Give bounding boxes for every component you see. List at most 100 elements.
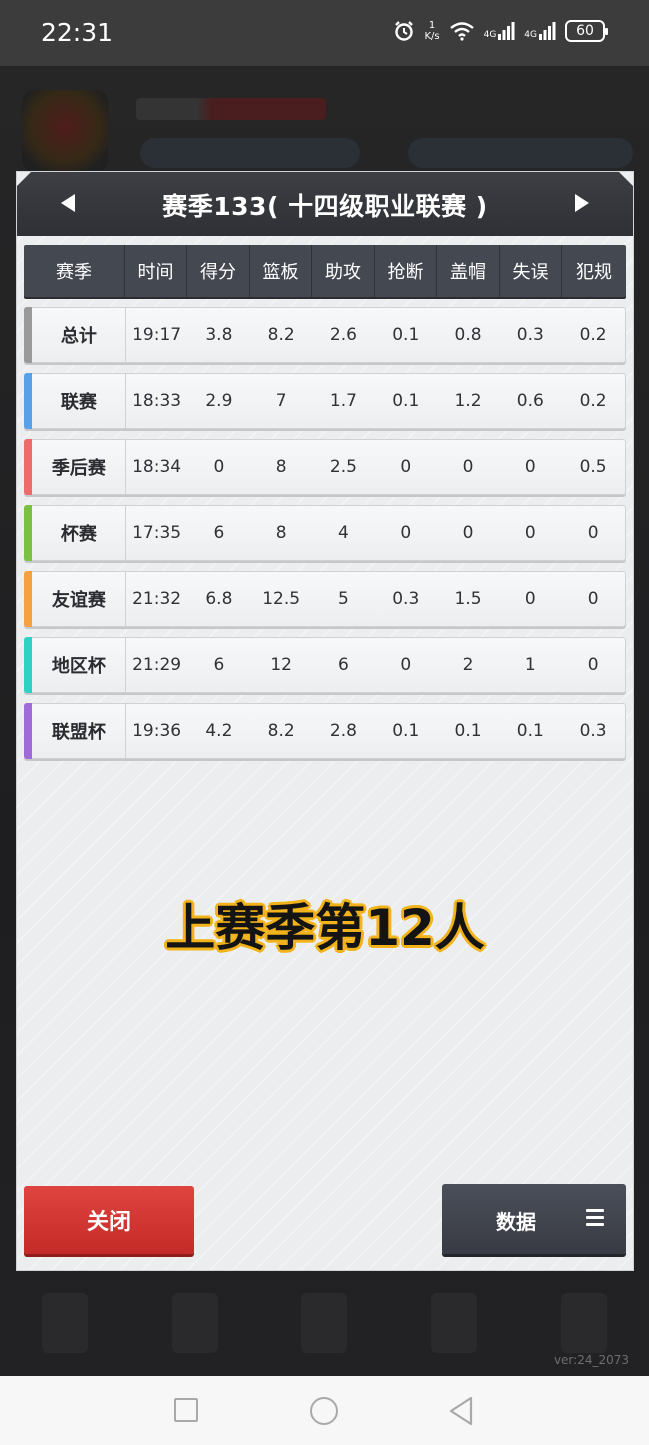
table-cell: 2.8 (329, 721, 357, 741)
network-speed: 1 K/s (424, 20, 439, 42)
signal-bars-icon (539, 22, 556, 40)
table-row: 季后赛 18:34 0 8 2.5 0 0 0 0.5 (24, 439, 626, 495)
row-color-accent (24, 703, 32, 759)
nav-item (41, 1293, 88, 1353)
table-cell: 0 (400, 655, 412, 675)
row-label: 季后赛 (25, 440, 126, 494)
table-cell: 8.2 (267, 325, 295, 345)
table-cell: 8 (275, 523, 287, 543)
table-row: 联赛 18:33 2.9 7 1.7 0.1 1.2 0.6 0.2 (24, 373, 626, 429)
table-cell: 2.6 (329, 325, 357, 345)
table-row: 友谊赛 21:32 6.8 12.5 5 0.3 1.5 0 0 (24, 571, 626, 627)
table-cell: 17:35 (132, 523, 182, 543)
column-header: 时间 (125, 245, 187, 297)
status-time: 22:31 (41, 18, 114, 47)
table-cell: 0.2 (579, 391, 607, 411)
row-color-accent (24, 571, 32, 627)
table-cell: 12 (270, 655, 292, 675)
column-header: 赛季 (24, 245, 125, 297)
cellular-signal-2: 4G (524, 22, 556, 40)
table-cell: 0.1 (392, 391, 420, 411)
table-cell: 5 (338, 589, 349, 609)
table-cell: 19:17 (132, 325, 182, 345)
back-icon[interactable] (448, 1396, 474, 1426)
table-cell: 2.9 (205, 391, 233, 411)
row-label: 联盟杯 (25, 704, 126, 758)
menu-icon (586, 1209, 604, 1227)
network-speed-value: 1 (428, 20, 436, 31)
column-header: 篮板 (250, 245, 312, 297)
table-cell: 1.2 (454, 391, 482, 411)
table-cell: 0.1 (516, 721, 544, 741)
table-cell: 2.5 (329, 457, 357, 477)
signal-bars-icon (498, 22, 515, 40)
next-season-arrow-icon[interactable] (575, 194, 589, 212)
overlay-caption: 上赛季第12人 (165, 899, 485, 957)
table-header: 赛季 时间 得分 篮板 助攻 抢断 盖帽 失误 犯规 (24, 245, 626, 297)
table-body: 总计 19:17 3.8 8.2 2.6 0.1 0.8 0.3 0.2 联赛 18:33 2.9 7 1… (24, 307, 626, 759)
table-cell: 0.2 (579, 325, 607, 345)
home-icon[interactable] (310, 1397, 338, 1425)
table-cell: 0.1 (392, 721, 420, 741)
table-cell: 0 (400, 523, 412, 543)
table-cell: 1.5 (454, 589, 482, 609)
table-cell: 19:36 (132, 721, 182, 741)
column-header: 助攻 (312, 245, 375, 297)
row-label: 友谊赛 (25, 572, 126, 626)
table-cell: 0.1 (392, 325, 420, 345)
bottom-nav-dimmed (0, 1270, 649, 1376)
row-label: 总计 (25, 308, 126, 362)
season-stats-modal: 赛季133( 十四级职业联赛 ) 赛季 时间 得分 篮板 助攻 抢断 盖帽 失误… (17, 172, 633, 1270)
nav-item (171, 1293, 218, 1353)
table-cell: 2 (462, 655, 474, 675)
table-cell: 0.3 (392, 589, 420, 609)
data-button[interactable]: 数据 (442, 1184, 626, 1254)
table-cell: 21:29 (132, 655, 182, 675)
table-cell: 0.3 (579, 721, 607, 741)
row-color-accent (24, 307, 32, 363)
modal-header: 赛季133( 十四级职业联赛 ) (17, 172, 633, 236)
data-button-label: 数据 (496, 1210, 536, 1234)
battery-level: 60 (576, 23, 594, 39)
close-button[interactable]: 关闭 (24, 1186, 194, 1254)
row-label: 杯赛 (25, 506, 126, 560)
status-bar: 22:31 1 K/s 4G 4G 60 (0, 0, 649, 66)
table-cell: 4 (338, 523, 349, 543)
table-cell: 1 (524, 655, 536, 675)
network-type-2: 4G (524, 30, 537, 40)
cellular-signal-1: 4G (484, 22, 516, 40)
table-cell: 0 (524, 457, 536, 477)
table-row: 杯赛 17:35 6 8 4 0 0 0 0 (24, 505, 626, 561)
row-color-accent (24, 505, 32, 561)
nav-item (301, 1293, 348, 1353)
table-cell: 21:32 (132, 589, 182, 609)
row-color-accent (24, 637, 32, 693)
avatar (22, 90, 108, 172)
player-name-blur (136, 98, 326, 120)
table-row: 地区杯 21:29 6 12 6 0 2 1 0 (24, 637, 626, 693)
network-speed-unit: K/s (424, 31, 440, 42)
table-cell: 6 (338, 655, 349, 675)
table-cell: 0 (400, 457, 412, 477)
modal-title: 赛季133( 十四级职业联赛 ) (162, 192, 488, 221)
stats-table: 赛季 时间 得分 篮板 助攻 抢断 盖帽 失误 犯规 总计 19:17 3.8 8.2… (24, 245, 626, 759)
table-cell: 0.8 (454, 325, 482, 345)
table-cell: 0 (213, 457, 225, 477)
column-header: 失误 (500, 245, 562, 297)
battery-icon: 60 (565, 20, 608, 42)
table-cell: 6.8 (205, 589, 233, 609)
column-header: 犯规 (576, 262, 612, 283)
table-cell: 0.5 (579, 457, 607, 477)
table-cell: 0 (462, 523, 474, 543)
table-row: 联盟杯 19:36 4.2 8.2 2.8 0.1 0.1 0.1 0.3 (24, 703, 626, 759)
table-cell: 6 (213, 655, 225, 675)
nav-item (561, 1293, 608, 1353)
row-color-accent (24, 439, 32, 495)
nav-item (431, 1293, 478, 1353)
network-type-1: 4G (483, 30, 497, 40)
currency-bar-gems (408, 138, 633, 168)
row-label: 地区杯 (25, 638, 126, 692)
version-label: ver:24_2073 (553, 1353, 629, 1367)
recent-apps-icon[interactable] (174, 1398, 198, 1422)
table-cell: 6 (213, 523, 225, 543)
